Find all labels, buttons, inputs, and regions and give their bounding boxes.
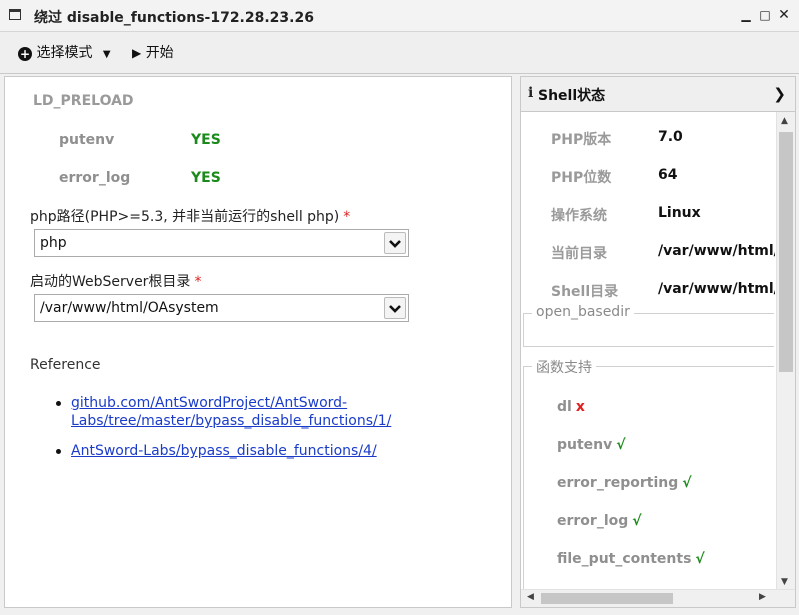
status-value: 64 bbox=[658, 167, 678, 183]
php-path-value: php bbox=[40, 235, 67, 251]
check-name: putenv bbox=[59, 132, 115, 148]
function-item: error_reporting √ bbox=[557, 475, 692, 491]
reference-title: Reference bbox=[30, 357, 101, 373]
plus-circle-icon: + bbox=[18, 47, 32, 61]
chevron-right-icon[interactable]: ❯ bbox=[773, 85, 786, 103]
chevron-down-icon[interactable] bbox=[384, 297, 406, 319]
scrollbar-thumb[interactable] bbox=[541, 593, 673, 604]
php-path-label: php路径(PHP>=5.3, 并非当前运行的shell php) * bbox=[30, 209, 351, 225]
start-label: 开始 bbox=[145, 45, 174, 61]
maximize-icon[interactable]: □ bbox=[758, 8, 772, 22]
function-item: file_put_contents √ bbox=[557, 551, 705, 567]
shell-status-panel: i Shell状态 ❯ PHP版本 7.0 PHP位数 64 操作系统 Linu… bbox=[520, 76, 796, 608]
web-root-label: 启动的WebServer根目录 * bbox=[30, 274, 202, 290]
check-icon: √ bbox=[695, 551, 705, 567]
caret-down-icon: ▼ bbox=[102, 49, 111, 60]
php-path-select[interactable]: php bbox=[34, 229, 409, 257]
play-icon: ▶ bbox=[132, 46, 142, 60]
scroll-up-icon[interactable]: ▲ bbox=[781, 116, 788, 126]
list-item: github.com/AntSwordProject/AntSword-Labs… bbox=[56, 394, 411, 430]
reference-link[interactable]: github.com/AntSwordProject/AntSword-Labs… bbox=[71, 395, 391, 429]
list-item: AntSword-Labs/bypass_disable_functions/4… bbox=[56, 442, 411, 460]
info-icon: i bbox=[528, 85, 534, 101]
toolbar: + 选择模式 ▼ ▶ 开始 bbox=[0, 32, 799, 74]
reference-link[interactable]: AntSword-Labs/bypass_disable_functions/4… bbox=[71, 443, 377, 459]
status-key: 当前目录 bbox=[551, 246, 607, 262]
title-bar: 绕过 disable_functions-172.28.23.26 ▁ □ ✕ bbox=[0, 0, 799, 32]
check-value: YES bbox=[191, 132, 221, 148]
bullet-icon bbox=[56, 449, 61, 454]
close-icon[interactable]: ✕ bbox=[777, 8, 791, 22]
status-key: Shell目录 bbox=[551, 284, 619, 300]
minimize-icon[interactable]: ▁ bbox=[739, 8, 753, 22]
functions-label: 函数支持 bbox=[532, 357, 596, 377]
required-mark: * bbox=[343, 209, 351, 225]
status-value: Linux bbox=[658, 205, 701, 221]
start-button[interactable]: ▶ 开始 bbox=[132, 43, 174, 63]
status-value: /var/www/html/OAsystem bbox=[658, 281, 775, 297]
section-title: LD_PRELOAD bbox=[33, 93, 134, 109]
check-value: YES bbox=[191, 170, 221, 186]
check-name: error_log bbox=[59, 170, 131, 186]
function-item: dl x bbox=[557, 399, 585, 415]
select-mode-button[interactable]: + 选择模式 ▼ bbox=[18, 43, 111, 63]
status-key: PHP版本 bbox=[551, 132, 612, 148]
required-mark: * bbox=[194, 274, 202, 290]
reference-list: github.com/AntSwordProject/AntSword-Labs… bbox=[56, 394, 411, 472]
status-key: 操作系统 bbox=[551, 208, 607, 224]
status-value: /var/www/html/OAsystem bbox=[658, 243, 775, 259]
status-key: PHP位数 bbox=[551, 170, 612, 186]
status-value: 7.0 bbox=[658, 129, 683, 145]
web-root-value: /var/www/html/OAsystem bbox=[40, 300, 219, 316]
chevron-down-icon[interactable] bbox=[384, 232, 406, 254]
check-icon: √ bbox=[682, 475, 692, 491]
window-title: 绕过 disable_functions-172.28.23.26 bbox=[34, 10, 314, 26]
scroll-right-icon[interactable]: ▶ bbox=[759, 592, 766, 602]
function-item: error_log √ bbox=[557, 513, 642, 529]
horizontal-scrollbar[interactable]: ◀ ▶ bbox=[521, 589, 795, 607]
bypass-config-panel: LD_PRELOAD putenv YES error_log YES php路… bbox=[4, 76, 512, 608]
cross-icon: x bbox=[575, 399, 585, 415]
shell-status-title: Shell状态 bbox=[538, 88, 606, 104]
function-item: putenv √ bbox=[557, 437, 626, 453]
open-basedir-group: open_basedir bbox=[523, 304, 774, 347]
scroll-left-icon[interactable]: ◀ bbox=[527, 592, 534, 602]
check-icon: √ bbox=[616, 437, 626, 453]
scrollbar-thumb[interactable] bbox=[779, 132, 793, 372]
check-icon: √ bbox=[632, 513, 642, 529]
open-basedir-label: open_basedir bbox=[532, 304, 634, 320]
vertical-scrollbar[interactable]: ▲ ▼ bbox=[776, 112, 795, 590]
select-mode-label: 选择模式 bbox=[36, 45, 93, 61]
shell-status-body: PHP版本 7.0 PHP位数 64 操作系统 Linux 当前目录 /var/… bbox=[521, 112, 775, 590]
web-root-select[interactable]: /var/www/html/OAsystem bbox=[34, 294, 409, 322]
bullet-icon bbox=[56, 401, 61, 406]
shell-status-header[interactable]: i Shell状态 ❯ bbox=[521, 77, 795, 112]
scroll-down-icon[interactable]: ▼ bbox=[781, 577, 788, 587]
window-icon bbox=[9, 9, 21, 20]
